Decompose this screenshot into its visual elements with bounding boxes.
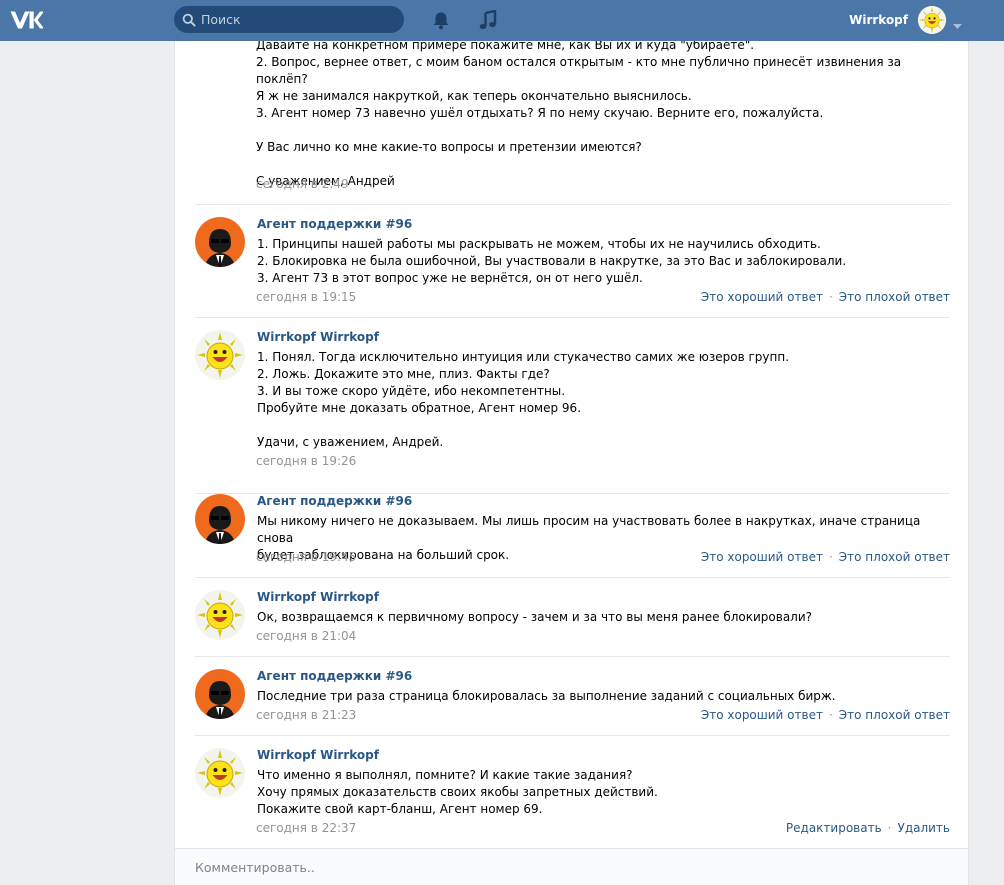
divider <box>195 735 950 736</box>
divider <box>195 656 950 657</box>
message-time[interactable]: сегодня в 21:04 <box>256 629 356 643</box>
dot-separator: · <box>828 550 833 564</box>
good-answer-link[interactable]: Это хороший ответ <box>701 290 823 304</box>
message-time[interactable]: сегодня в 2:49 <box>256 177 349 191</box>
delete-link[interactable]: Удалить <box>898 821 951 835</box>
comment-composer <box>174 848 969 885</box>
comment-input[interactable] <box>195 857 935 877</box>
divider <box>195 317 950 318</box>
vk-logo-icon[interactable] <box>9 9 44 34</box>
search-input[interactable] <box>201 6 396 33</box>
good-answer-link[interactable]: Это хороший ответ <box>701 708 823 722</box>
edit-link[interactable]: Редактировать <box>786 821 882 835</box>
conversation-panel: Давайте на конкретном примере покажите м… <box>174 41 969 851</box>
author-link[interactable]: Wirrkopf Wirrkopf <box>257 748 379 762</box>
author-link[interactable]: Агент поддержки #96 <box>257 494 412 508</box>
message-text: Ок, возвращаемся к первичному вопросу - … <box>257 610 813 624</box>
dot-separator: · <box>828 708 833 722</box>
bad-answer-link[interactable]: Это плохой ответ <box>839 290 950 304</box>
chevron-down-icon[interactable] <box>953 18 962 32</box>
message-text: 1. Принципы нашей работы мы раскрывать н… <box>257 237 847 285</box>
agent-avatar-icon <box>195 217 245 267</box>
sun-avatar-icon <box>195 330 245 380</box>
avatar[interactable] <box>195 590 245 640</box>
agent-avatar-icon <box>195 669 245 719</box>
search-box[interactable] <box>174 6 404 33</box>
message-actions: Это хороший ответ · Это плохой ответ <box>701 550 950 564</box>
message-time[interactable]: сегодня в 21:23 <box>256 708 356 722</box>
message-text: Последние три раза страница блокировалас… <box>257 689 836 703</box>
author-link[interactable]: Wirrkopf Wirrkopf <box>257 590 379 604</box>
avatar[interactable] <box>195 217 245 267</box>
bad-answer-link[interactable]: Это плохой ответ <box>839 708 950 722</box>
message-text: Что именно я выполнял, помните? И какие … <box>257 768 658 816</box>
message-actions: Редактировать · Удалить <box>786 821 950 835</box>
music-icon[interactable] <box>479 9 497 33</box>
author-link[interactable]: Wirrkopf Wirrkopf <box>257 330 379 344</box>
avatar[interactable] <box>195 669 245 719</box>
avatar[interactable] <box>195 494 245 544</box>
good-answer-link[interactable]: Это хороший ответ <box>701 550 823 564</box>
sun-avatar-icon <box>918 6 946 34</box>
top-bar: Wirrkopf <box>0 0 1004 41</box>
message-actions: Это хороший ответ · Это плохой ответ <box>701 708 950 722</box>
dot-separator: · <box>828 290 833 304</box>
bell-icon[interactable] <box>432 11 450 33</box>
sun-avatar-icon <box>195 590 245 640</box>
bad-answer-link[interactable]: Это плохой ответ <box>839 550 950 564</box>
sun-avatar-icon <box>195 748 245 798</box>
message-time[interactable]: сегодня в 19:15 <box>256 290 356 304</box>
author-link[interactable]: Агент поддержки #96 <box>257 669 412 683</box>
divider <box>195 577 950 578</box>
message-time[interactable]: сегодня в 19:26 <box>256 454 356 468</box>
message-actions: Это хороший ответ · Это плохой ответ <box>701 290 950 304</box>
agent-avatar-icon <box>195 494 245 544</box>
author-link[interactable]: Агент поддержки #96 <box>257 217 412 231</box>
message-text: Давайте на конкретном примере покажите м… <box>256 41 902 188</box>
user-avatar[interactable] <box>918 6 946 34</box>
message-time[interactable]: сегодня в 22:37 <box>256 821 356 835</box>
message-text: 1. Понял. Тогда исключительно интуиция и… <box>257 350 790 449</box>
dot-separator: · <box>887 821 892 835</box>
user-name[interactable]: Wirrkopf <box>846 13 908 27</box>
search-icon <box>182 13 196 30</box>
divider <box>195 204 950 205</box>
avatar[interactable] <box>195 330 245 380</box>
avatar[interactable] <box>195 748 245 798</box>
message-time[interactable]: сегодня в 19:45 <box>256 550 356 564</box>
